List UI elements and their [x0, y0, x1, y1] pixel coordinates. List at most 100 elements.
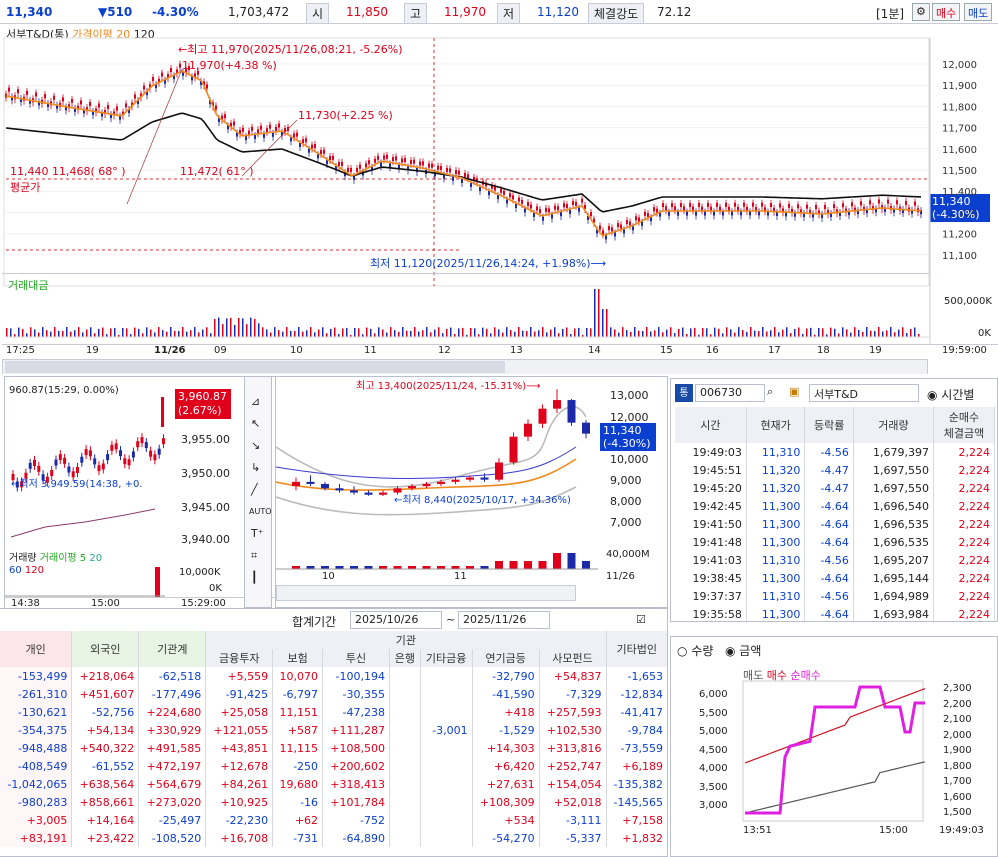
volume-bar — [830, 327, 832, 337]
index-candle-body — [110, 444, 114, 451]
xtick: 11/26 — [154, 345, 186, 356]
candle-body — [245, 136, 247, 141]
volume-bar — [862, 331, 864, 337]
table-cell — [420, 757, 473, 775]
volume-bar — [518, 327, 520, 337]
line-tool-icon[interactable]: ↖ — [251, 417, 260, 430]
table-cell: -1,653 — [606, 667, 667, 685]
daily-candle — [451, 479, 460, 482]
folder-icon[interactable]: ▣ — [789, 385, 799, 398]
volume-bar — [786, 327, 788, 337]
interval-label[interactable]: [1분] — [876, 5, 904, 22]
volume-bar — [886, 330, 888, 337]
daily-vol-tick: 40,000M — [606, 549, 650, 560]
index-candle-body — [33, 459, 36, 466]
flow-right-tick: 1,600 — [943, 791, 972, 803]
candle-body — [806, 204, 808, 209]
volume-bar — [534, 331, 536, 337]
candle-body — [698, 202, 700, 207]
text-tool-icon[interactable]: T⁺ — [251, 527, 264, 540]
table-row[interactable]: -153,499 +218,064 -62,518 +5,559 10,070 -100,… — [0, 667, 667, 685]
auto-tool-icon[interactable]: AUTO — [249, 507, 271, 516]
volume-bar — [174, 330, 176, 337]
table-cell: -30,355 — [322, 685, 390, 703]
table-cell: +52,018 — [539, 793, 607, 811]
volume-bar — [282, 331, 284, 337]
volume-bar — [138, 328, 140, 337]
flow-right-tick: 1,500 — [943, 807, 972, 818]
tick-row[interactable]: 19:38:45 11,300 -4.64 1,695,144 2,224 — [675, 569, 996, 587]
candle-body — [116, 106, 118, 111]
candle-body — [431, 163, 433, 168]
buy-button[interactable]: 매수 — [932, 3, 961, 21]
table-row[interactable]: -354,375 +54,134 +330,929 +121,055 +587 +111,… — [0, 721, 667, 739]
trendline-icon[interactable]: ╱ — [251, 483, 258, 496]
volume-bar — [902, 327, 904, 337]
table-cell — [420, 811, 473, 829]
table-cell: +7,158 — [606, 811, 667, 829]
table-row[interactable]: -261,310 +451,607 -177,496 -91,425 -6,797 -30… — [0, 685, 667, 703]
candle-body — [734, 202, 736, 207]
volume-bar — [626, 330, 628, 337]
daily-low-annotation: ←최저 8,440(2025/10/17, +34.36%) — [394, 495, 571, 506]
tick-row[interactable]: 19:42:45 11,300 -4.64 1,696,540 2,224 — [675, 497, 996, 515]
scroll-thumb[interactable] — [5, 361, 505, 373]
period-to-input[interactable]: 2025/11/26 — [458, 611, 550, 629]
mode-radio[interactable]: ◉ 시간별 — [927, 386, 974, 403]
table-cell: -52,756 — [71, 703, 140, 721]
candle-body — [842, 203, 844, 208]
volume-bar — [190, 330, 192, 337]
options-checkbox[interactable]: ☑ — [636, 613, 646, 626]
volume-bar — [318, 329, 320, 337]
table-row[interactable]: -130,621 -52,756 +224,680 +25,058 11,151 -47,… — [0, 703, 667, 721]
table-cell: -100,194 — [322, 667, 390, 685]
table-row[interactable]: -980,283 +858,661 +273,020 +10,925 -16 +101,7… — [0, 793, 667, 811]
daily-ytick-5: 8,000 — [610, 495, 642, 508]
table-cell — [420, 775, 473, 793]
arrow-tool-icon[interactable]: ↘ — [251, 439, 260, 452]
tick-row[interactable]: 19:41:03 11,310 -4.56 1,695,207 2,224 — [675, 551, 996, 569]
tick-row[interactable]: 19:37:37 11,310 -4.56 1,694,989 2,224 — [675, 587, 996, 605]
sell-button[interactable]: 매도 — [964, 3, 993, 21]
table-row[interactable]: +83,191 +23,422 -108,520 +16,708 -731 -64,890… — [0, 829, 667, 847]
tick-row[interactable]: 19:35:58 11,300 -4.64 1,693,984 2,224 — [675, 605, 996, 621]
candle-body — [665, 206, 667, 211]
intraday-scrollbar[interactable] — [2, 359, 928, 374]
candle-body — [350, 167, 352, 172]
candle-body — [488, 191, 490, 196]
col-price: 현재가 — [746, 407, 806, 443]
volume-bar — [762, 327, 764, 337]
tick-row[interactable]: 19:49:03 11,310 -4.56 1,679,397 2,224 — [675, 443, 996, 461]
stock-code-input[interactable]: 006730 — [695, 384, 765, 402]
col-trust: 투신 — [322, 649, 390, 667]
candle-body — [590, 212, 592, 217]
xtick: 13 — [510, 345, 523, 356]
candle-body — [635, 216, 637, 221]
daily-scrollbar[interactable] — [276, 585, 576, 601]
candle-tool-icon[interactable]: ┃ — [251, 571, 258, 584]
table-cell: -3,111 — [539, 811, 607, 829]
tick-row[interactable]: 19:41:48 11,300 -4.64 1,696,535 2,224 — [675, 533, 996, 551]
daily-price-tag-pct: (-4.30%) — [603, 437, 651, 450]
tick-row[interactable]: 19:41:50 11,300 -4.64 1,696,535 2,224 — [675, 515, 996, 533]
table-row[interactable]: -1,042,065 +638,564 +564,679 +84,261 19,680 +… — [0, 775, 667, 793]
intraday-price-svg: 12,000 11,900 11,800 11,700 11,600 11,500 11,4… — [2, 37, 990, 344]
chart-tool-icon[interactable]: ⊿ — [251, 395, 260, 408]
table-row[interactable]: +3,005 +14,164 -25,497 -22,230 +62 -752 +534 -3… — [0, 811, 667, 829]
table-row[interactable]: -948,488 +540,322 +491,585 +43,851 11,115 +10… — [0, 739, 667, 757]
tick-row[interactable]: 19:45:51 11,320 -4.47 1,697,550 2,224 — [675, 461, 996, 479]
flow-left-tick: 4,000 — [699, 763, 728, 774]
volume-bar — [98, 328, 100, 337]
table-row[interactable]: -408,549 -61,552 +472,197 +12,678 -250 +200,6… — [0, 757, 667, 775]
tick-row[interactable]: 19:45:20 11,320 -4.47 1,697,550 2,224 — [675, 479, 996, 497]
tick-cell: -4.64 — [804, 605, 854, 621]
search-icon[interactable]: ⌕ — [767, 385, 773, 399]
pointer-tool-icon[interactable]: ↳ — [251, 461, 260, 474]
volume-bar — [170, 327, 172, 337]
volume-bar — [850, 332, 852, 337]
period-from-input[interactable]: 2025/10/26 — [350, 611, 442, 629]
gear-icon[interactable]: ⚙ — [912, 3, 930, 21]
candle-body — [575, 201, 577, 206]
volume-bar — [610, 327, 612, 337]
all-tool-icon[interactable]: ⌗ — [251, 549, 257, 563]
